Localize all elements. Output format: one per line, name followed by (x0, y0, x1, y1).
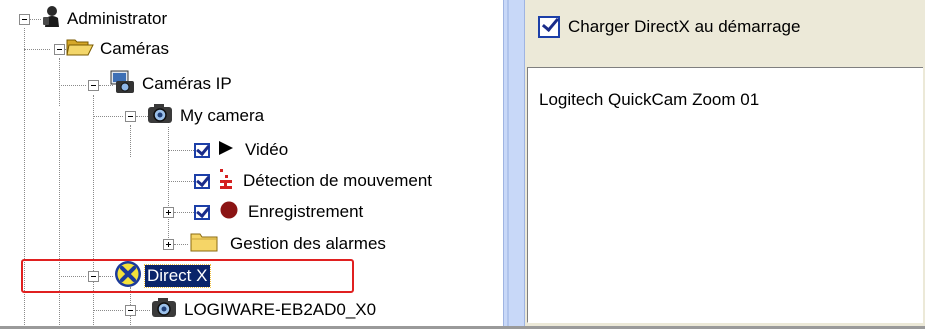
load-directx-label: Charger DirectX au démarrage (568, 17, 801, 36)
tree-line (174, 244, 188, 245)
camera-tree: Administrator Caméras Caméras IP My came… (0, 0, 503, 329)
tree-line (59, 85, 86, 86)
tree-line (168, 127, 169, 244)
tree-line (93, 310, 123, 311)
tree-node-my-camera[interactable]: My camera (146, 102, 264, 130)
video-checkbox[interactable] (194, 142, 210, 158)
tree-line (168, 181, 194, 182)
tree-line (174, 212, 194, 213)
admin-icon (41, 5, 61, 34)
tree-node-motion-detection[interactable]: Détection de mouvement (194, 167, 432, 195)
tree-line (93, 116, 123, 117)
tree-line (24, 49, 50, 50)
tree-line (29, 19, 41, 20)
tree-node-label: Détection de mouvement (243, 171, 432, 190)
device-list-item[interactable]: Logitech QuickCam Zoom 01 (539, 90, 759, 110)
motion-detection-icon (217, 168, 235, 195)
panel-splitter[interactable] (503, 0, 525, 329)
tree-node-alarm-management[interactable]: Gestion des alarmes (190, 230, 386, 258)
play-icon (217, 139, 235, 162)
tree-node-administrator[interactable]: Administrator (41, 5, 167, 33)
recording-checkbox[interactable] (194, 204, 210, 220)
tree-node-ip-cameras[interactable]: Caméras IP (108, 70, 232, 98)
motion-detection-checkbox[interactable] (194, 173, 210, 189)
tree-line (59, 58, 60, 106)
tree-node-label: Vidéo (245, 140, 289, 159)
load-directx-checkbox[interactable] (538, 16, 560, 38)
tree-node-label: Caméras IP (142, 74, 232, 93)
annotation-highlight-box (21, 259, 354, 293)
collapse-toggle[interactable] (88, 80, 99, 91)
camera-icon (146, 102, 174, 131)
tree-line (93, 95, 94, 329)
folder-open-icon (66, 36, 94, 63)
expand-toggle[interactable] (163, 239, 174, 250)
folder-icon (190, 231, 218, 258)
tree-node-label: Enregistrement (248, 202, 364, 221)
tree-node-logiware[interactable]: LOGIWARE-EB2AD0_X0 (150, 296, 376, 324)
tree-node-label: Caméras (100, 39, 169, 58)
tree-line (59, 112, 60, 329)
tree-node-label: Gestion des alarmes (230, 234, 386, 253)
directx-settings-panel: Charger DirectX au démarrage Logitech Qu… (525, 0, 925, 329)
record-icon (219, 200, 239, 225)
load-directx-option[interactable]: Charger DirectX au démarrage (538, 16, 800, 38)
tree-line (130, 125, 131, 157)
collapse-toggle[interactable] (125, 111, 136, 122)
tree-node-video[interactable]: Vidéo (194, 136, 288, 164)
collapse-toggle[interactable] (125, 305, 136, 316)
collapse-toggle[interactable] (19, 14, 30, 25)
tree-node-label: My camera (180, 106, 265, 125)
ip-camera-icon (108, 69, 136, 100)
tree-line (136, 310, 150, 311)
expand-toggle[interactable] (163, 207, 174, 218)
tree-line (168, 150, 194, 151)
tree-node-cameras[interactable]: Caméras (66, 35, 169, 63)
tree-node-recording[interactable]: Enregistrement (194, 198, 363, 226)
tree-node-label: LOGIWARE-EB2AD0_X0 (184, 300, 377, 319)
camera-icon (150, 296, 178, 325)
collapse-toggle[interactable] (54, 44, 65, 55)
tree-node-label: Administrator (67, 9, 168, 28)
device-list[interactable]: Logitech QuickCam Zoom 01 (527, 67, 923, 323)
